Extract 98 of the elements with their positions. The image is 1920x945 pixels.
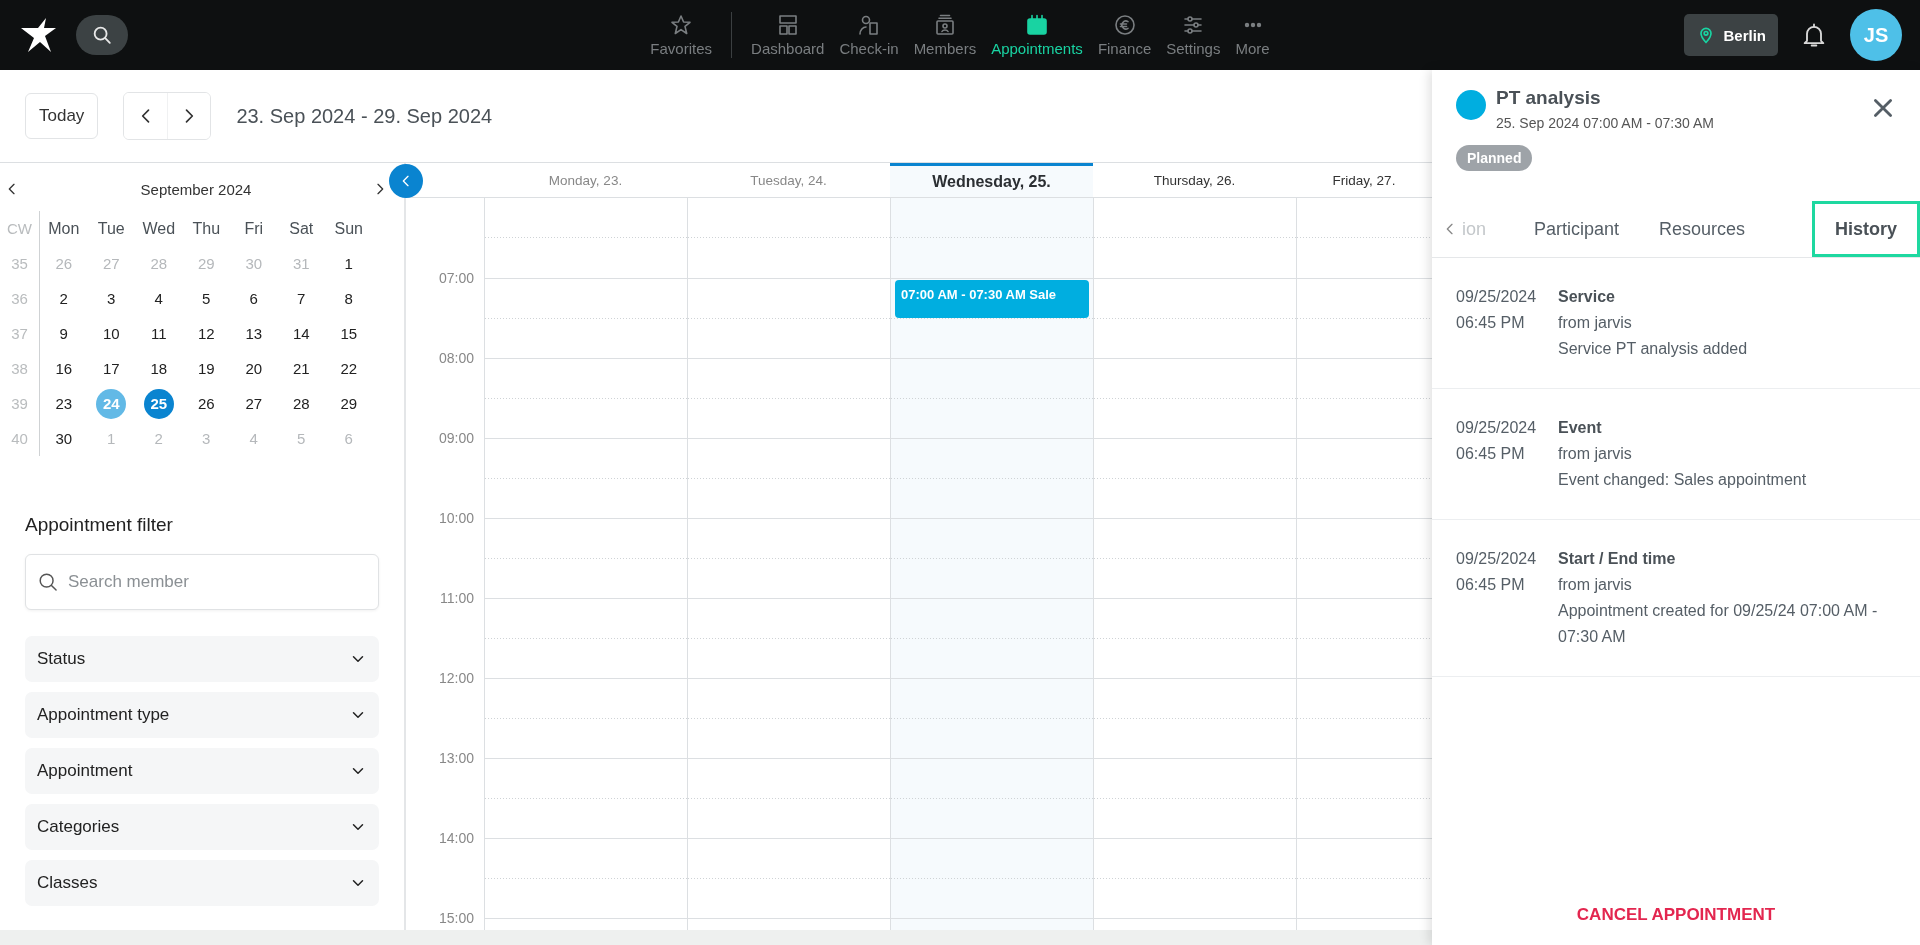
search-icon (91, 24, 113, 46)
day-column-header[interactable]: Friday, 27. (1332, 172, 1396, 188)
location-button[interactable]: Berlin (1684, 14, 1778, 56)
history-time: 06:45 PM (1456, 313, 1526, 333)
calendar-day[interactable]: 5 (191, 283, 222, 314)
filter-title: Appointment filter (25, 514, 174, 536)
history-title: Event (1558, 419, 1602, 436)
euro-icon[interactable] (1112, 13, 1137, 37)
calendar-day[interactable]: 6 (238, 283, 269, 314)
appointment-title: PT analysis (1496, 87, 1602, 109)
weekday-label: Sun (334, 219, 363, 238)
filter-dropdown[interactable]: Appointment type (25, 692, 379, 738)
filter-dropdown[interactable]: Classes (25, 860, 379, 906)
calendar-day[interactable]: 22 (333, 353, 364, 384)
month-title: September 2024 (140, 180, 252, 198)
calendar-day[interactable]: 26 (191, 388, 222, 419)
panel-tab[interactable]: History (1812, 201, 1920, 257)
member-search-field[interactable]: Search member (25, 554, 379, 610)
nav-tab[interactable]: Dashboard (751, 13, 825, 57)
day-column-header[interactable]: Monday, 23. (548, 172, 623, 188)
calendar-day[interactable]: 27 (238, 388, 269, 419)
status-badge: Planned (1456, 145, 1533, 171)
hour-label: 15:00 (438, 910, 474, 928)
collapse-sidebar-button[interactable] (389, 164, 423, 198)
status-dot (1456, 90, 1486, 120)
calendar-day[interactable]: 28 (286, 388, 317, 419)
week-number: 38 (0, 351, 40, 386)
panel-tab[interactable]: Resources (1639, 201, 1766, 257)
calendar-day[interactable]: 30 (48, 423, 79, 454)
search-button[interactable] (76, 15, 128, 55)
history-date: 09/25/2024 (1456, 418, 1538, 438)
filter-dropdown[interactable]: Categories (25, 804, 379, 850)
today-button[interactable]: Today (25, 93, 99, 139)
week-number: 35 (0, 246, 40, 281)
calendar-day[interactable]: 3 (96, 283, 127, 314)
history-author: from jarvis (1558, 313, 1633, 333)
date-range-title: 23. Sep 2024 - 29. Sep 2024 (236, 104, 493, 128)
favorites-tab[interactable]: Favorites (650, 13, 713, 57)
calendar-day[interactable]: 25 (143, 388, 174, 419)
calendar-day[interactable]: 29 (333, 388, 364, 419)
history-description: Service PT analysis added (1558, 339, 1749, 359)
weekday-label: Thu (192, 219, 221, 238)
week-number: 40 (0, 421, 40, 456)
nav-tab[interactable]: Appointments (991, 13, 1083, 57)
calendar-day[interactable]: 17 (96, 353, 127, 384)
calendar-day[interactable]: 15 (333, 318, 364, 349)
nav-tab[interactable]: Members (913, 13, 977, 57)
calendar-day[interactable]: 19 (191, 353, 222, 384)
calendar-day[interactable]: 1 (333, 248, 364, 279)
history-time: 06:45 PM (1456, 444, 1526, 464)
calendar-day[interactable]: 13 (238, 318, 269, 349)
week-number-header: CW (0, 211, 40, 246)
weekday-label: Fri (244, 219, 264, 238)
calendar-day[interactable]: 4 (143, 283, 174, 314)
filter-dropdown[interactable]: Appointment (25, 748, 379, 794)
nav-tab[interactable]: Finance (1097, 13, 1152, 57)
history-description: Event changed: Sales appointment (1558, 470, 1808, 490)
history-time: 06:45 PM (1456, 575, 1526, 595)
next-week-button[interactable] (167, 93, 211, 139)
weekday-label: Mon (48, 219, 80, 238)
history-author: from jarvis (1558, 575, 1633, 595)
calendar-icon[interactable] (1025, 13, 1049, 37)
panel-tab[interactable]: Participant (1514, 201, 1640, 257)
calendar-day[interactable]: 18 (143, 353, 174, 384)
nav-tab[interactable]: More (1235, 13, 1270, 57)
calendar-day[interactable]: 8 (333, 283, 364, 314)
week-number: 37 (0, 316, 40, 351)
nav-tab[interactable]: Settings (1166, 13, 1221, 57)
star-icon[interactable] (669, 13, 694, 37)
calendar-day[interactable]: 7 (286, 283, 317, 314)
filter-dropdown[interactable]: Status (25, 636, 379, 682)
history-title: Service (1558, 288, 1615, 305)
day-column-header[interactable]: Thursday, 26. (1153, 172, 1236, 188)
history-title: Start / End time (1558, 550, 1676, 567)
calendar-day[interactable]: 9 (48, 318, 79, 349)
calendar-day[interactable]: 23 (48, 388, 79, 419)
search-icon (37, 571, 59, 593)
day-column-header[interactable]: Tuesday, 24. (750, 172, 827, 188)
history-description: Appointment created for 09/25/24 07:00 AM - 07:30 AM (1558, 601, 1879, 647)
calendar-day[interactable]: 10 (96, 318, 127, 349)
calendar-day[interactable]: 14 (286, 318, 317, 349)
week-number: 36 (0, 281, 40, 316)
nav-tab[interactable]: Check-in (839, 13, 899, 57)
week-number: 39 (0, 386, 40, 421)
history-date: 09/25/2024 (1456, 287, 1538, 307)
weekday-label: Sat (289, 219, 314, 238)
history-author: from jarvis (1558, 444, 1633, 464)
appointment-time: 25. Sep 2024 07:00 AM - 07:30 AM (1496, 115, 1715, 131)
calendar-day[interactable]: 16 (48, 353, 79, 384)
cancel-appointment-button[interactable]: CANCEL APPOINTMENT (1568, 901, 1784, 929)
calendar-day[interactable]: 21 (286, 353, 317, 384)
weekday-label: Tue (97, 219, 125, 238)
history-date: 09/25/2024 (1456, 549, 1538, 569)
calendar-day[interactable]: 20 (238, 353, 269, 384)
calendar-day[interactable]: 12 (191, 318, 222, 349)
calendar-day[interactable]: 2 (48, 283, 79, 314)
weekday-label: Wed (142, 219, 176, 238)
calendar-day[interactable]: 11 (143, 318, 174, 349)
